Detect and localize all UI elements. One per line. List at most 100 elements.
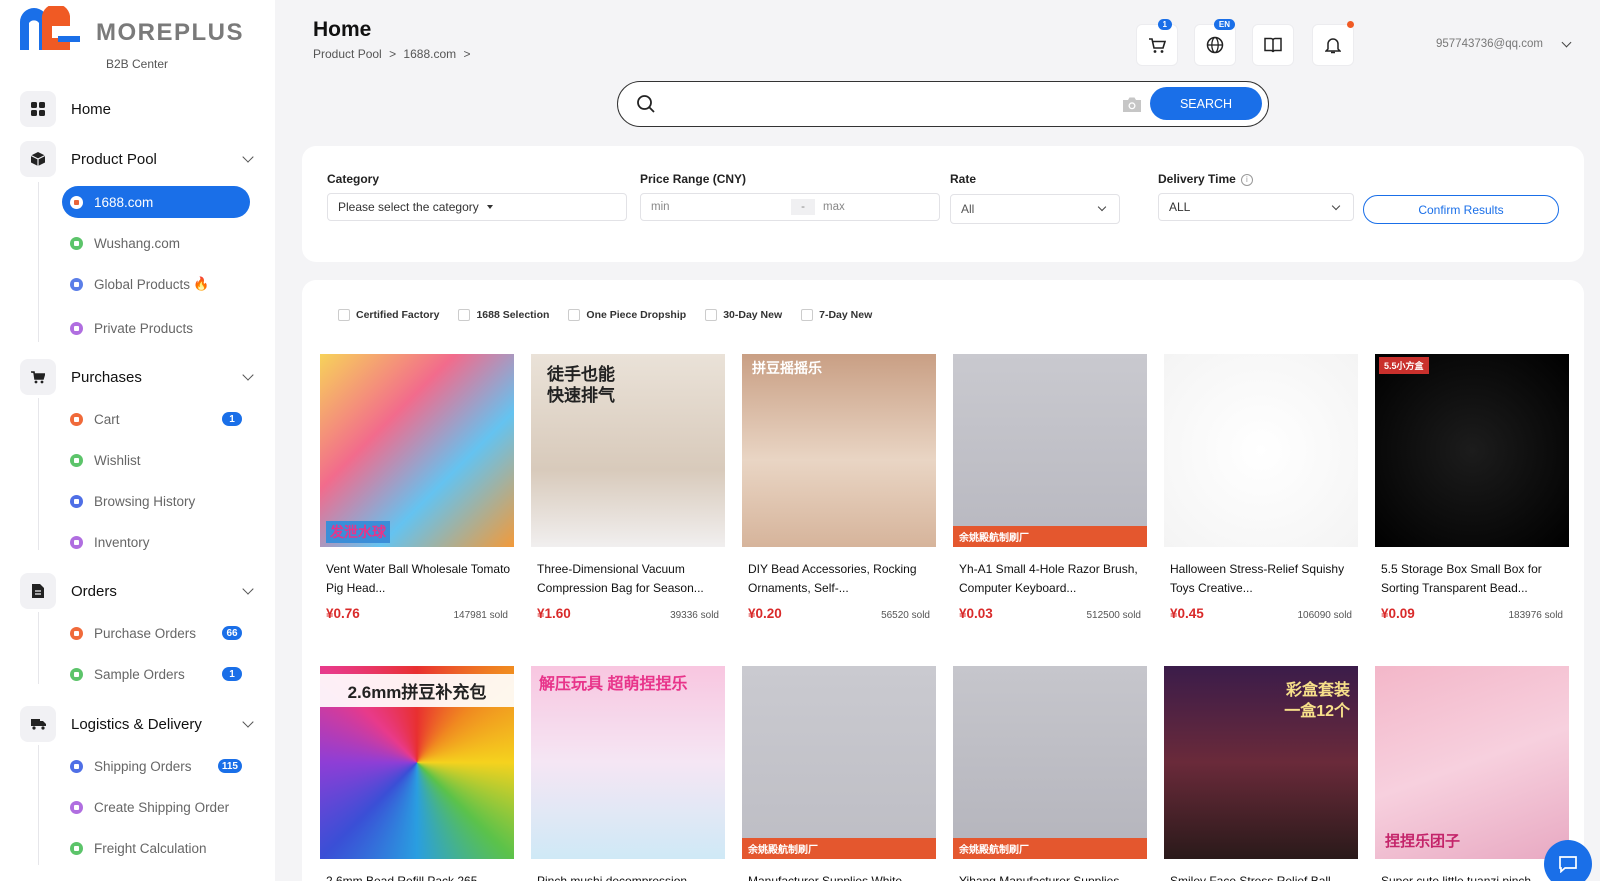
- product-title[interactable]: Yh-A1 Small 4-Hole Razor Brush, Computer…: [953, 560, 1147, 597]
- search-input[interactable]: [668, 90, 1228, 118]
- product-title[interactable]: Pinch mushi decompression...: [531, 872, 725, 881]
- product-image[interactable]: 发泄水球: [320, 354, 514, 547]
- site-1688-icon: [70, 195, 83, 209]
- product-image[interactable]: [1164, 354, 1358, 547]
- product-title[interactable]: Smiley Face Stress Relief Ball...: [1164, 872, 1358, 881]
- product-image[interactable]: 捏捏乐团子: [1375, 666, 1569, 859]
- sidebar-item-global-products[interactable]: Global Products 🔥: [62, 268, 250, 300]
- nav-orders[interactable]: Orders: [20, 570, 258, 612]
- breadcrumb-1688[interactable]: 1688.com: [403, 47, 456, 61]
- product-card[interactable]: 2.6mm拼豆补充包 2.6mm Bead Refill Pack 265...: [320, 666, 514, 881]
- language-button[interactable]: EN: [1194, 19, 1236, 66]
- guide-button[interactable]: [1252, 24, 1294, 66]
- notifications-button[interactable]: [1312, 21, 1354, 66]
- chevron-down-icon[interactable]: [242, 583, 254, 595]
- sidebar-item-create-shipping-order[interactable]: Create Shipping Order: [62, 791, 250, 823]
- product-image[interactable]: 余姚殿航制刷厂: [953, 354, 1147, 547]
- sidebar-item-wishlist[interactable]: Wishlist: [62, 444, 250, 476]
- product-title[interactable]: 2.6mm Bead Refill Pack 265...: [320, 872, 514, 881]
- breadcrumb-product-pool[interactable]: Product Pool: [313, 47, 382, 61]
- nav-purchases[interactable]: Purchases: [20, 356, 258, 398]
- checkbox[interactable]: [338, 309, 350, 321]
- sidebar-item-purchase-orders[interactable]: Purchase Orders 66: [62, 617, 250, 649]
- tag-one-piece-dropship[interactable]: One Piece Dropship: [568, 309, 686, 321]
- product-image[interactable]: 2.6mm拼豆补充包: [320, 666, 514, 859]
- sidebar-item-sample-orders[interactable]: Sample Orders 1: [62, 658, 250, 690]
- brand-logo[interactable]: [20, 3, 82, 51]
- sidebar-item-inventory[interactable]: Inventory: [62, 526, 250, 558]
- product-image[interactable]: 彩盒套装 一盒12个: [1164, 666, 1358, 859]
- product-image[interactable]: 解压玩具 超萌捏捏乐: [531, 666, 725, 859]
- confirm-results-button[interactable]: Confirm Results: [1363, 195, 1559, 224]
- chevron-down-icon[interactable]: [242, 151, 254, 163]
- product-title[interactable]: Vent Water Ball Wholesale Tomato Pig Hea…: [320, 560, 514, 597]
- product-card[interactable]: 余姚殿航制刷厂 Yihang Manufacturer Supplies...: [953, 666, 1147, 881]
- rate-select[interactable]: All: [950, 194, 1120, 224]
- product-card[interactable]: 5.5小方盒 5.5 Storage Box Small Box for Sort…: [1375, 354, 1569, 621]
- product-card[interactable]: 发泄水球 Vent Water Ball Wholesale Tomato Pig…: [320, 354, 514, 621]
- sidebar-item-wushang[interactable]: Wushang.com: [62, 227, 250, 259]
- sidebar-item-1688[interactable]: 1688.com: [62, 186, 250, 218]
- product-title[interactable]: Yihang Manufacturer Supplies...: [953, 872, 1147, 881]
- camera-icon[interactable]: [1122, 96, 1142, 113]
- chevron-down-icon[interactable]: [242, 369, 254, 381]
- product-title[interactable]: Halloween Stress-Relief Squishy Toys Cre…: [1164, 560, 1358, 597]
- sidebar-item-shipping-orders[interactable]: Shipping Orders 115: [62, 750, 250, 782]
- chevron-down-icon[interactable]: [242, 716, 254, 728]
- tree-line: [38, 398, 39, 550]
- user-email[interactable]: 957743736@qq.com: [1436, 38, 1543, 50]
- tag-7-day-new[interactable]: 7-Day New: [801, 309, 872, 321]
- info-icon[interactable]: i: [1240, 173, 1253, 186]
- product-title[interactable]: Super cute little tuanzi pinch...: [1375, 872, 1569, 881]
- sidebar-item-private-products[interactable]: Private Products: [62, 312, 250, 344]
- tag-certified-factory[interactable]: Certified Factory: [338, 309, 439, 321]
- sidebar-item-freight-calculation[interactable]: Freight Calculation: [62, 832, 250, 864]
- nav-purchases-label: Purchases: [71, 368, 142, 386]
- product-title[interactable]: DIY Bead Accessories, Rocking Ornaments,…: [742, 560, 936, 597]
- product-price: ¥0.20: [748, 606, 782, 621]
- breadcrumb-separator: >: [389, 47, 397, 61]
- nav-product-pool[interactable]: Product Pool: [20, 138, 258, 180]
- price-min-input[interactable]: min: [651, 201, 791, 213]
- checkbox[interactable]: [705, 309, 718, 321]
- product-card[interactable]: 解压玩具 超萌捏捏乐 Pinch mushi decompression...: [531, 666, 725, 881]
- nav-logistics[interactable]: Logistics & Delivery: [20, 703, 258, 745]
- product-card[interactable]: 徒手也能 快速排气 Three-Dimensional Vacuum Compre…: [531, 354, 725, 621]
- price-max-input[interactable]: max: [823, 201, 845, 213]
- tag-label: 30-Day New: [723, 309, 783, 321]
- checkbox[interactable]: [801, 309, 814, 321]
- product-card[interactable]: 余姚殿航制刷厂 Yh-A1 Small 4-Hole Razor Brush, C…: [953, 354, 1147, 621]
- product-title[interactable]: Manufacturer Supplies White...: [742, 872, 936, 881]
- warehouse-icon: [70, 535, 83, 549]
- product-card[interactable]: Halloween Stress-Relief Squishy Toys Cre…: [1164, 354, 1358, 621]
- sidebar-item-cart[interactable]: Cart 1: [62, 403, 250, 435]
- sidebar-item-browsing-history[interactable]: Browsing History: [62, 485, 250, 517]
- chevron-down-icon: [1097, 202, 1107, 212]
- product-card[interactable]: 余姚殿航制刷厂 Manufacturer Supplies White...: [742, 666, 936, 881]
- category-select[interactable]: Please select the category: [327, 193, 627, 221]
- checkbox[interactable]: [458, 309, 471, 321]
- nav-home[interactable]: Home: [20, 88, 258, 130]
- product-image[interactable]: 余姚殿航制刷厂: [742, 666, 936, 859]
- product-image[interactable]: 徒手也能 快速排气: [531, 354, 725, 547]
- product-image[interactable]: 5.5小方盒: [1375, 354, 1569, 547]
- price-separator: -: [791, 199, 815, 215]
- product-card[interactable]: 捏捏乐团子 Super cute little tuanzi pinch...: [1375, 666, 1569, 881]
- chevron-down-icon[interactable]: [1561, 37, 1572, 48]
- product-title[interactable]: Three-Dimensional Vacuum Compression Bag…: [531, 560, 725, 597]
- checkbox[interactable]: [568, 309, 581, 321]
- tag-label: 7-Day New: [819, 309, 873, 321]
- search-button[interactable]: SEARCH: [1150, 87, 1262, 120]
- sidebar-item-label: Wishlist: [94, 452, 141, 468]
- product-title[interactable]: 5.5 Storage Box Small Box for Sorting Tr…: [1375, 560, 1569, 597]
- tag-30-day-new[interactable]: 30-Day New: [705, 309, 782, 321]
- product-image[interactable]: 余姚殿航制刷厂: [953, 666, 1147, 859]
- delivery-time-select[interactable]: ALL: [1158, 193, 1354, 221]
- chat-button[interactable]: [1544, 840, 1592, 881]
- cart-button[interactable]: 1: [1136, 19, 1178, 66]
- product-card[interactable]: 拼豆摇摇乐 DIY Bead Accessories, Rocking Ornam…: [742, 354, 936, 621]
- product-card[interactable]: 彩盒套装 一盒12个 Smiley Face Stress Relief Ball…: [1164, 666, 1358, 881]
- tag-1688-selection[interactable]: 1688 Selection: [458, 309, 549, 321]
- cart-icon: [1149, 37, 1166, 53]
- product-image[interactable]: 拼豆摇摇乐: [742, 354, 936, 547]
